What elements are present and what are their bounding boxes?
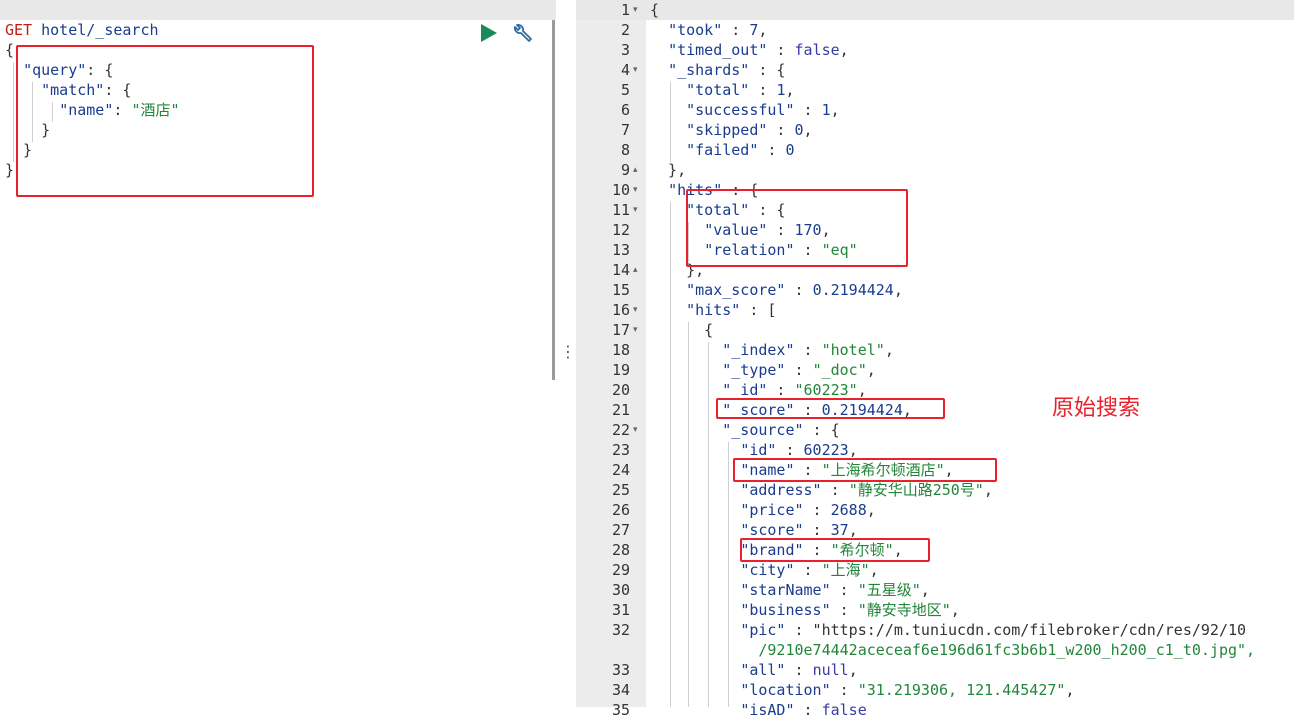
- line-number: 16: [611, 301, 630, 319]
- response-code-line[interactable]: "timed_out" : false,: [650, 40, 849, 60]
- line-number: 10: [611, 181, 630, 199]
- line-number: 27: [611, 521, 630, 539]
- response-code-line[interactable]: {: [650, 320, 713, 340]
- response-code-line[interactable]: "pic" : "https://m.tuniucdn.com/filebrok…: [650, 620, 1246, 640]
- fold-toggle-icon[interactable]: ▾: [633, 180, 643, 200]
- line-number: 7: [620, 121, 630, 139]
- response-code-line[interactable]: "took" : 7,: [650, 20, 767, 40]
- fold-toggle-icon[interactable]: ▾: [633, 0, 643, 20]
- line-number: 15: [611, 281, 630, 299]
- request-editor-header: [0, 0, 556, 20]
- wrench-icon: [514, 24, 532, 42]
- response-code-line[interactable]: "failed" : 0: [650, 140, 794, 160]
- response-code-line[interactable]: "isAD" : false: [650, 700, 866, 720]
- fold-toggle-icon[interactable]: ▴: [633, 160, 643, 180]
- line-number: 26: [611, 501, 630, 519]
- indent-guide: [670, 82, 671, 162]
- line-number: 29: [611, 561, 630, 579]
- line-number: 35: [611, 701, 630, 719]
- highlight-box-score: [716, 398, 945, 419]
- response-code-line[interactable]: /9210e74442aceceaf6e196d61fc3b6b1_w200_h…: [650, 640, 1255, 660]
- response-code-line[interactable]: },: [650, 160, 686, 180]
- fold-toggle-icon[interactable]: ▾: [633, 300, 643, 320]
- line-number: 23: [611, 441, 630, 459]
- line-number: 20: [611, 381, 630, 399]
- run-request-button[interactable]: [478, 22, 500, 44]
- splitter-handle-icon[interactable]: ⋮: [560, 342, 576, 362]
- response-code-line[interactable]: "total" : 1,: [650, 80, 794, 100]
- highlight-box-query: [16, 45, 314, 197]
- line-number: 28: [611, 541, 630, 559]
- request-path: hotel/_search: [41, 21, 159, 39]
- indent-guide: [688, 322, 689, 707]
- highlight-box-brand: [740, 538, 930, 562]
- response-code-line[interactable]: "skipped" : 0,: [650, 120, 812, 140]
- response-code-line[interactable]: "_id" : "60223",: [650, 380, 867, 400]
- response-code-line[interactable]: "business" : "静安寺地区",: [650, 600, 960, 620]
- line-number: 8: [620, 141, 630, 159]
- line-number: 34: [611, 681, 630, 699]
- line-number: 33: [611, 661, 630, 679]
- response-code-line[interactable]: "price" : 2688,: [650, 500, 875, 520]
- line-number: 21: [611, 401, 630, 419]
- response-code-line[interactable]: "address" : "静安华山路250号",: [650, 480, 993, 500]
- annotation-label: 原始搜索: [1052, 396, 1141, 421]
- request-code-line[interactable]: }: [5, 160, 14, 180]
- response-code-line[interactable]: "location" : "31.219306, 121.445427",: [650, 680, 1074, 700]
- indent-guide: [708, 342, 709, 707]
- line-number: 17: [611, 321, 630, 339]
- response-code-line[interactable]: "_index" : "hotel",: [650, 340, 894, 360]
- response-code-line[interactable]: "id" : 60223,: [650, 440, 857, 460]
- line-number: 2: [620, 21, 630, 39]
- play-icon: [481, 24, 497, 42]
- request-editor-scrollbar[interactable]: [552, 20, 555, 380]
- indent-guide: [728, 442, 729, 707]
- request-settings-button[interactable]: [510, 22, 534, 46]
- line-number: 14: [611, 261, 630, 279]
- line-number: 19: [611, 361, 630, 379]
- highlight-box-name: [733, 458, 997, 482]
- line-number: 6: [620, 101, 630, 119]
- line-number: 4: [620, 61, 630, 79]
- fold-toggle-icon[interactable]: ▾: [633, 320, 643, 340]
- line-number: 5: [620, 81, 630, 99]
- line-number: [576, 640, 630, 660]
- fold-toggle-icon[interactable]: ▴: [633, 260, 643, 280]
- indent-guide: [670, 202, 671, 707]
- response-code-line[interactable]: "starName" : "五星级",: [650, 580, 930, 600]
- request-line[interactable]: GET hotel/_search: [5, 20, 159, 40]
- line-number: 25: [611, 481, 630, 499]
- line-number: 12: [611, 221, 630, 239]
- highlight-box-total: [686, 189, 908, 267]
- fold-toggle-icon[interactable]: ▾: [633, 420, 643, 440]
- response-code-line[interactable]: "_shards" : {: [650, 60, 785, 80]
- response-code-line[interactable]: "all" : null,: [650, 660, 857, 680]
- fold-toggle-icon[interactable]: ▾: [633, 200, 643, 220]
- line-number: 31: [611, 601, 630, 619]
- line-number: 30: [611, 581, 630, 599]
- response-code-line[interactable]: "_type" : "_doc",: [650, 360, 876, 380]
- line-number: 13: [611, 241, 630, 259]
- fold-toggle-icon[interactable]: ▾: [633, 60, 643, 80]
- line-number: 3: [620, 41, 630, 59]
- response-code-line[interactable]: "hits" : [: [650, 300, 776, 320]
- line-number: 11: [611, 201, 630, 219]
- response-code-line[interactable]: "score" : 37,: [650, 520, 857, 540]
- request-method: GET: [5, 21, 33, 39]
- line-number: 22: [611, 421, 630, 439]
- response-code-line[interactable]: "city" : "上海",: [650, 560, 878, 580]
- response-code-line[interactable]: {: [650, 0, 659, 20]
- line-number: 24: [611, 461, 630, 479]
- response-header: [576, 0, 1294, 20]
- indent-guide: [13, 62, 14, 162]
- request-code-line[interactable]: {: [5, 40, 14, 60]
- line-number: 1: [620, 1, 630, 19]
- line-number: 9: [620, 161, 630, 179]
- line-number: 18: [611, 341, 630, 359]
- response-code-line[interactable]: "max_score" : 0.2194424,: [650, 280, 903, 300]
- response-code-line[interactable]: "successful" : 1,: [650, 100, 840, 120]
- response-code-line[interactable]: "_source" : {: [650, 420, 839, 440]
- line-number: 32: [611, 621, 630, 639]
